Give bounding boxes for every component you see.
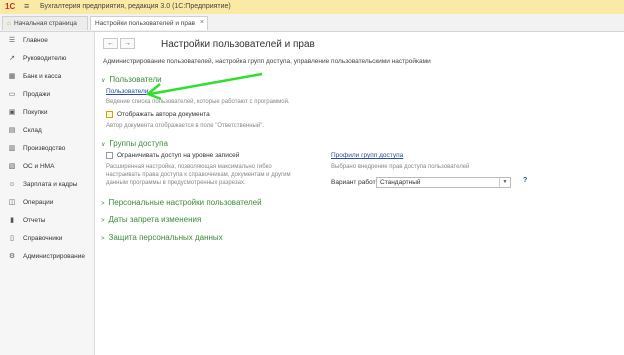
annotation-arrow — [145, 72, 263, 101]
